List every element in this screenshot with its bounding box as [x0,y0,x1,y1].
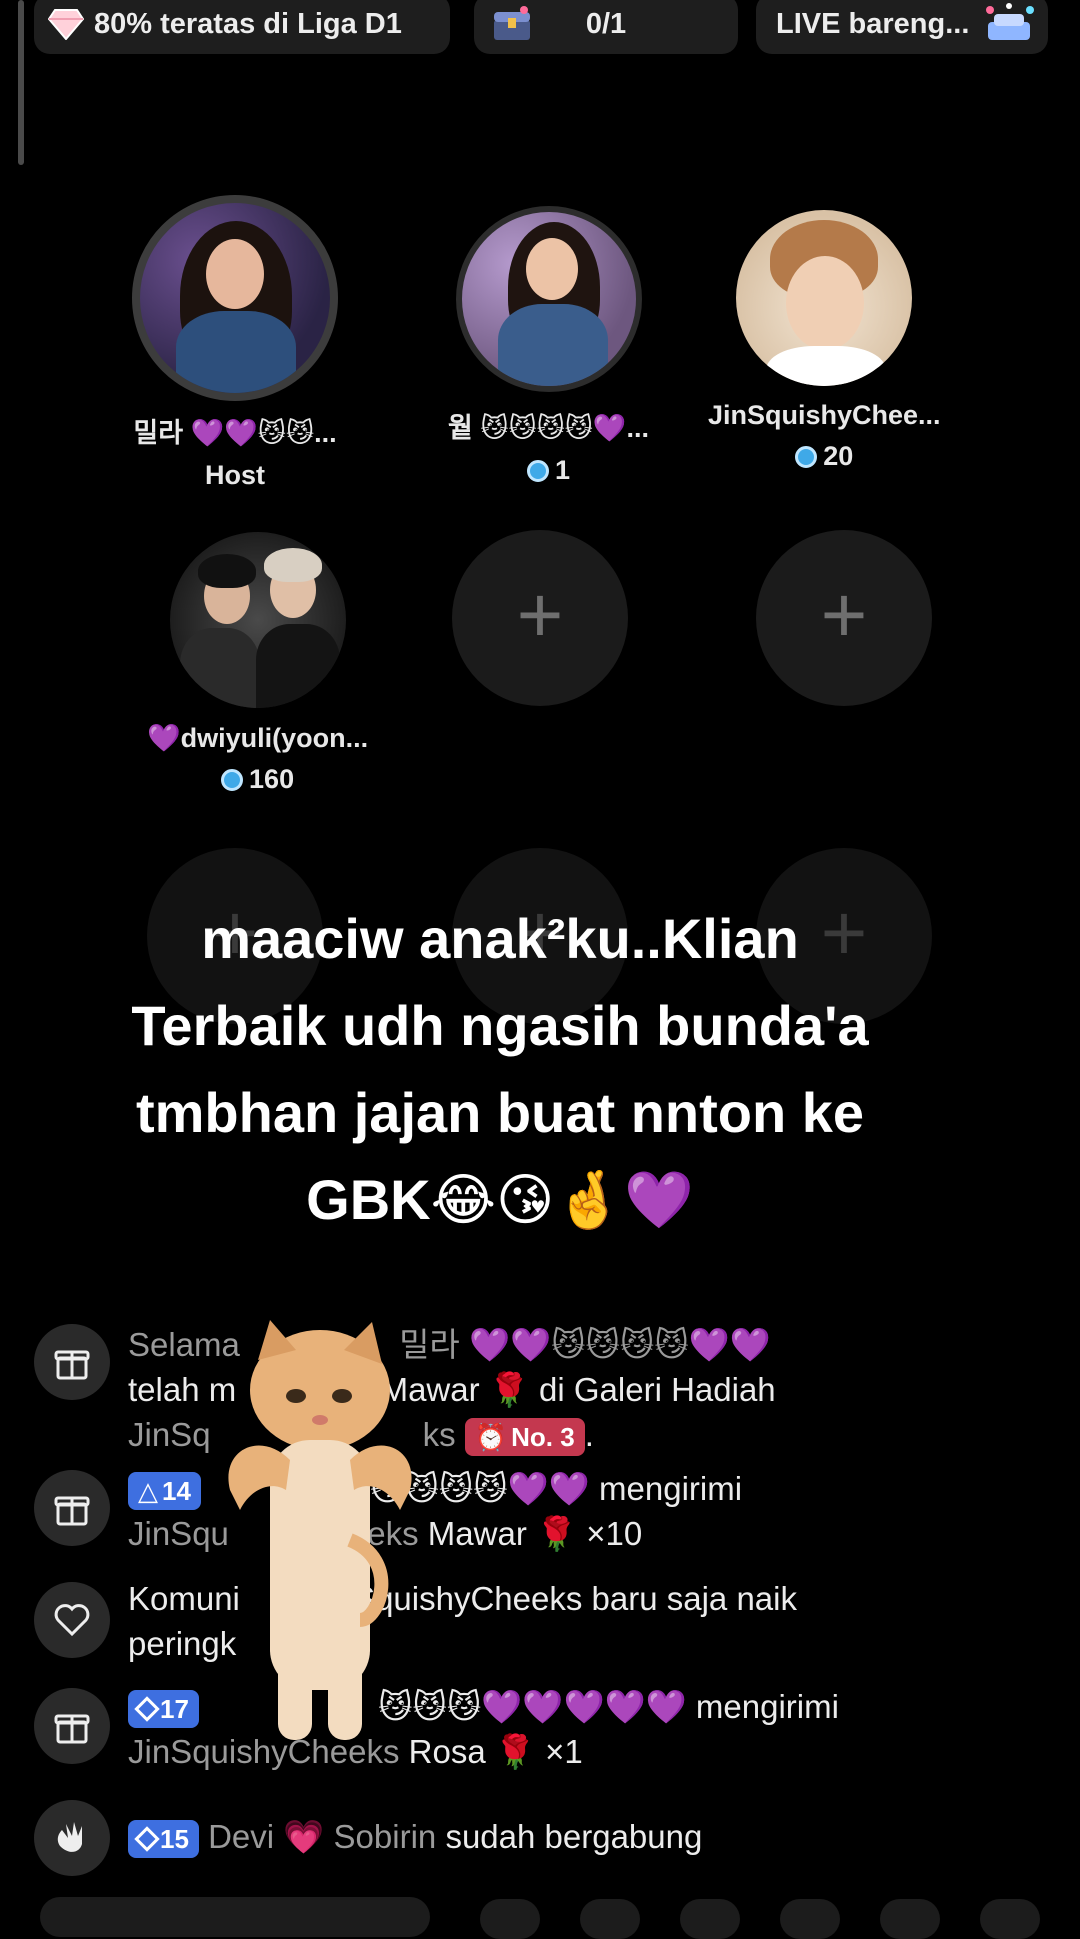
seat-host[interactable]: 밀라 💜💜😼😼... Host [132,195,338,491]
wave-hand-icon [34,1800,110,1876]
chat-message: Komuni SquishyCheeks baru saja naik peri… [34,1580,1054,1672]
message-text: Mawar 🌹 ×10 [427,1515,643,1552]
username[interactable]: 밀라 💜💜😼😼😼😼💜💜 [399,1326,771,1363]
message-text: 😼😼😼💜💜💜💜💜 mengirimi [378,1688,839,1725]
seat-name: JinSquishyChee... [708,400,941,430]
gift-icon [34,1470,110,1546]
gift-score: 160 [221,764,294,795]
coin-icon [795,445,818,468]
toolbar-button[interactable] [680,1899,740,1939]
host-text: Host [205,460,265,490]
empty-seat[interactable]: + [756,530,932,706]
caption-line: Terbaik udh ngasih bunda'a [131,994,869,1057]
tasks-count: 0/1 [585,7,627,40]
message-text: sudah bergabung [445,1818,703,1855]
party-icon [986,3,1034,40]
comment-input[interactable] [40,1897,430,1937]
gift-score: 1 [527,455,570,486]
caption-line: GBK😂😘🤞💜 [306,1168,694,1231]
level-badge: 17 [128,1690,199,1729]
message-text: . [584,1416,594,1453]
seat-avatar[interactable] [169,532,346,708]
gift-score-value: 160 [249,764,295,794]
toolbar-button[interactable] [780,1899,840,1939]
username[interactable]: JinSq [128,1416,211,1453]
league-rank-pill[interactable]: 80% teratas di Liga D1 [34,0,450,54]
video-caption: maaciw anak²ku..Klian Terbaik udh ngasih… [60,895,940,1243]
seat-name: 밀라 💜💜😼😼... [133,418,337,448]
coin-icon [527,459,550,482]
gift-score-value: 20 [823,441,854,471]
seat-avatar[interactable] [736,210,913,386]
bottom-toolbar [0,1895,1080,1939]
chat-message: Selama 밀라 💜💜😼😼😼😼💜💜 telah m kan Mawar 🌹 di… [34,1324,1054,1464]
plus-icon: + [516,570,564,659]
gift-icon [34,1324,110,1400]
seat-avatar[interactable] [455,206,642,392]
host-avatar[interactable] [132,195,338,401]
tasks-pill[interactable]: 0/1 [474,0,738,54]
seat-2[interactable]: 웥 😼😼😼😼💜... 1 [448,206,649,486]
level-badge: 15 [128,1820,199,1859]
toolbar-button[interactable] [980,1899,1040,1939]
chat-message: 15 Devi 💗 Sobirin sudah bergabung [34,1800,1054,1880]
toolbar-button[interactable] [580,1899,640,1939]
caption-line: maaciw anak²ku..Klian [201,907,799,970]
level-badge-text: 17 [160,1693,189,1724]
diamond-icon [48,9,84,40]
heart-icon [34,1582,110,1658]
chat-message: △ 14 😼😼😼😼💜💜 mengirimi JinSqu eeks Mawar 🌹… [34,1470,1054,1560]
username[interactable]: Devi 💗 Sobirin [208,1818,436,1855]
league-rank-label: 80% teratas di Liga D1 [94,7,402,40]
toolbar-button[interactable] [480,1899,540,1939]
gift-score: 20 [795,441,853,472]
rank-badge: ⏰ No. 3 [464,1418,585,1457]
live-together-pill[interactable]: LIVE bareng... [756,0,1048,54]
caption-line: tmbhan jajan buat nnton ke [135,1081,865,1144]
empty-seat[interactable]: + [452,530,628,706]
chat-message: 17 😼😼😼💜💜💜💜💜 mengirimi JinSquishyCheeks R… [34,1688,1054,1778]
dancing-cat-sticker [228,1320,412,1740]
seat-name: 💜dwiyuli(yoon... [147,723,369,753]
top-bar: 80% teratas di Liga D1 0/1 LIVE bareng..… [0,0,1080,60]
coin-icon [221,768,244,791]
toolbar-button[interactable] [880,1899,940,1939]
gift-icon [34,1688,110,1764]
live-together-label: LIVE bareng... [776,7,970,40]
host-label: Host [205,460,265,491]
rank-badge-text: No. 3 [511,1421,575,1452]
level-badge: △ 14 [128,1472,201,1511]
add-guest-button[interactable]: + [756,530,932,706]
seat-3[interactable]: JinSquishyChee... 20 [708,210,941,472]
seat-4[interactable]: 💜dwiyuli(yoon... 160 [147,532,368,795]
level-badge-text: 15 [160,1823,189,1854]
level-badge-text: 14 [162,1475,191,1506]
add-guest-button[interactable]: + [452,530,628,706]
seat-name: 웥 😼😼😼😼💜... [448,413,650,443]
plus-icon: + [820,570,868,659]
gift-score-value: 1 [555,455,571,485]
